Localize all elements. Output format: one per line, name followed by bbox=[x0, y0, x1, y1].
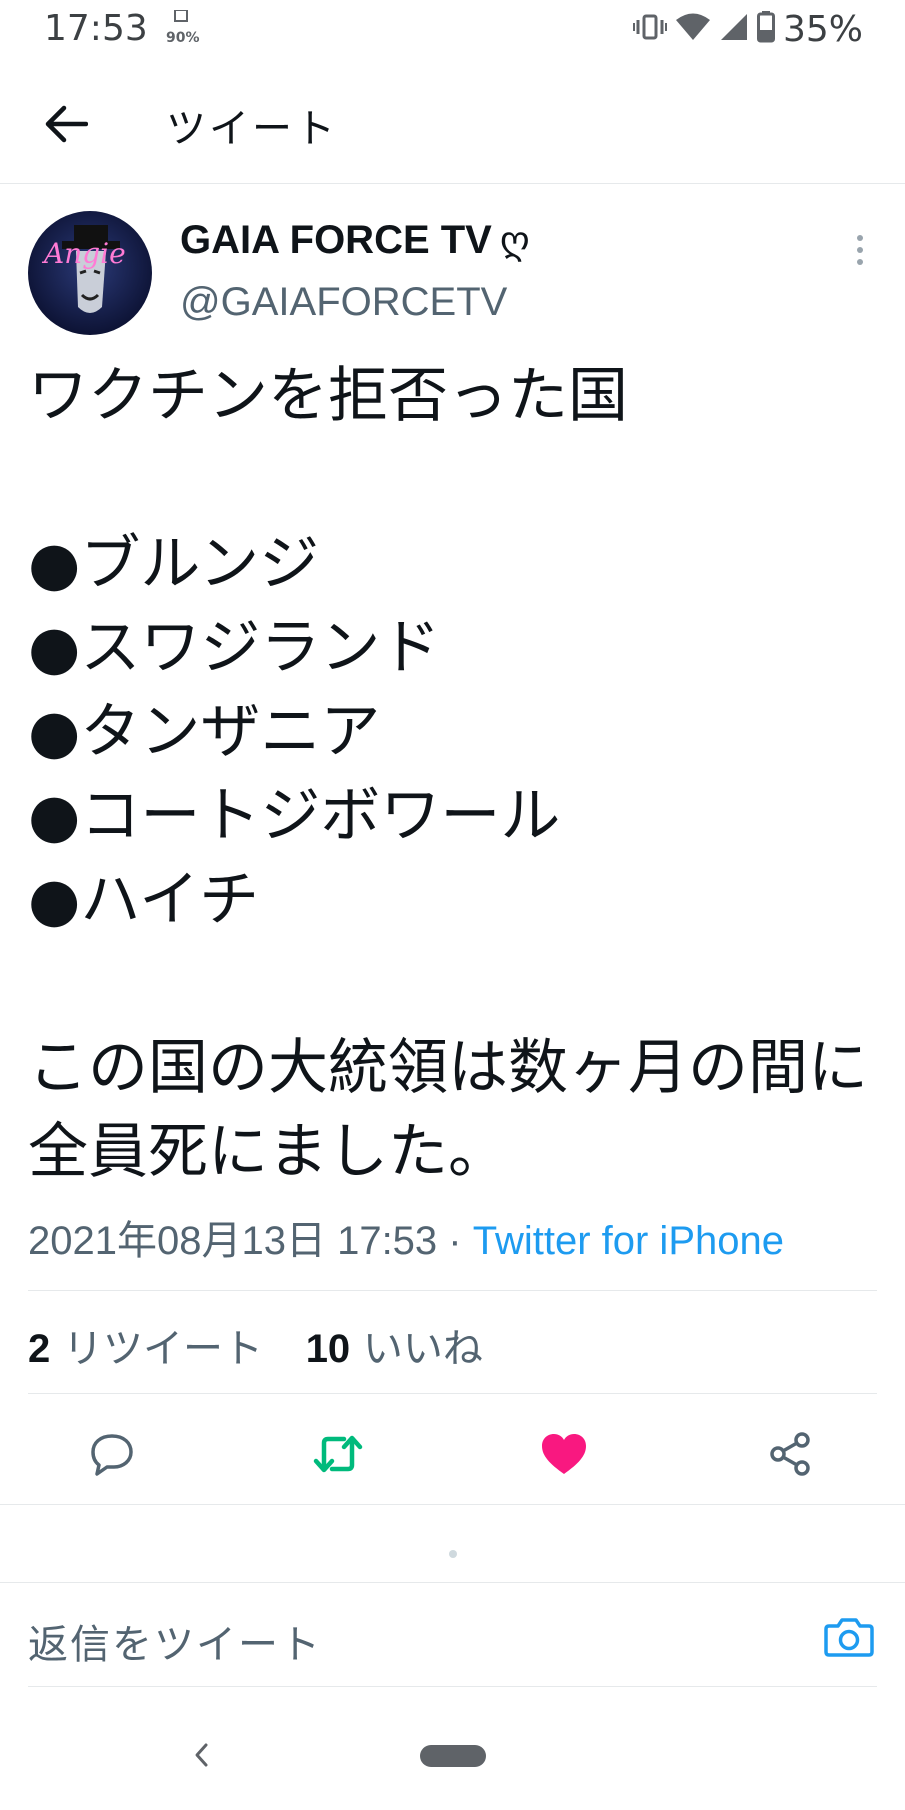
likes-count: 10 bbox=[305, 1327, 351, 1371]
meta-separator: · bbox=[437, 1219, 473, 1263]
tweet-list-item: ●ブルンジ bbox=[28, 529, 320, 599]
wifi-icon bbox=[675, 12, 711, 46]
heart-icon bbox=[542, 1434, 586, 1474]
more-dot-icon bbox=[857, 235, 863, 241]
retweet-button[interactable] bbox=[308, 1424, 368, 1484]
avatar[interactable]: Angie bbox=[28, 211, 152, 335]
battery-percent: 35% bbox=[782, 8, 863, 50]
retweet-icon bbox=[313, 1435, 363, 1473]
divider bbox=[28, 1393, 877, 1394]
tweet-timestamp[interactable]: 2021年08月13日 17:53 bbox=[28, 1219, 437, 1263]
reply-input[interactable]: 返信をツイート bbox=[28, 1612, 322, 1670]
avatar-text: Angie bbox=[41, 237, 126, 270]
arrow-left-icon bbox=[45, 105, 88, 143]
status-bar: 17:53 90% 35% bbox=[0, 0, 905, 64]
tweet-list-item: ●タンザニア bbox=[28, 697, 381, 767]
tweet-stats: 2 リツイート 10 いいね bbox=[28, 1316, 513, 1374]
system-nav-bar bbox=[0, 1700, 905, 1810]
share-button[interactable] bbox=[760, 1424, 820, 1484]
retweets-stat[interactable]: 2 リツイート bbox=[28, 1326, 263, 1372]
camera-button[interactable] bbox=[822, 1610, 876, 1664]
tweet-source-link[interactable]: Twitter for iPhone bbox=[473, 1219, 784, 1263]
author-handle[interactable]: @GAIAFORCETV bbox=[180, 280, 507, 325]
reply-composer[interactable]: 返信をツイート bbox=[0, 1584, 905, 1688]
signal-icon bbox=[719, 12, 749, 46]
author-name[interactable]: GAIA FORCE TV ღ bbox=[180, 218, 530, 263]
home-pill-icon[interactable] bbox=[420, 1745, 486, 1767]
divider bbox=[28, 1290, 877, 1291]
page-title: ツイート bbox=[166, 106, 338, 152]
more-options-button[interactable] bbox=[838, 228, 882, 272]
back-button[interactable] bbox=[28, 86, 104, 162]
tweet-actions bbox=[0, 1408, 905, 1498]
vibrate-icon bbox=[632, 12, 667, 46]
likes-stat[interactable]: 10 いいね bbox=[306, 1326, 483, 1372]
camera-icon bbox=[824, 1618, 874, 1657]
tweet-list-item: ●コートジボワール bbox=[28, 781, 561, 851]
chevron-left-icon bbox=[195, 1743, 208, 1767]
divider bbox=[28, 1686, 877, 1687]
tweet-text-line: ワクチンを拒否った国 bbox=[28, 361, 628, 431]
tweet-text-line: この国の大統領は数ヶ月の間に全員死にました。 bbox=[28, 1033, 868, 1187]
more-dot-icon bbox=[857, 247, 863, 253]
retweets-count: 2 bbox=[28, 1327, 51, 1371]
share-icon bbox=[770, 1432, 810, 1476]
reply-button[interactable] bbox=[82, 1424, 142, 1484]
tweet-list-item: ●スワジランド bbox=[28, 613, 441, 683]
like-button[interactable] bbox=[534, 1424, 594, 1484]
retweets-label: リツイート bbox=[62, 1326, 263, 1372]
divider bbox=[0, 1504, 905, 1505]
tweet-meta: 2021年08月13日 17:53 · Twitter for iPhone bbox=[28, 1208, 784, 1266]
status-icons: 35% bbox=[632, 6, 863, 52]
screenshot-notification-icon: 90% bbox=[166, 10, 200, 48]
tweet-text: ワクチンを拒否った国 ●ブルンジ ●スワジランド ●タンザニア ●コートジボワー… bbox=[28, 354, 888, 1194]
tweet-list-item: ●ハイチ bbox=[28, 865, 260, 935]
top-app-bar: ツイート bbox=[0, 64, 905, 184]
reply-icon bbox=[91, 1434, 133, 1476]
likes-label: いいね bbox=[362, 1326, 483, 1372]
author-name-glyph: ღ bbox=[499, 220, 530, 262]
more-dot-icon bbox=[857, 259, 863, 265]
status-mini-text: 90% bbox=[166, 30, 200, 46]
nav-back-button[interactable] bbox=[186, 1740, 216, 1770]
status-time: 17:53 bbox=[44, 8, 148, 49]
divider bbox=[0, 1582, 905, 1583]
loading-indicator bbox=[449, 1550, 457, 1558]
author-name-text: GAIA FORCE TV bbox=[180, 218, 492, 262]
battery-icon bbox=[756, 11, 775, 47]
